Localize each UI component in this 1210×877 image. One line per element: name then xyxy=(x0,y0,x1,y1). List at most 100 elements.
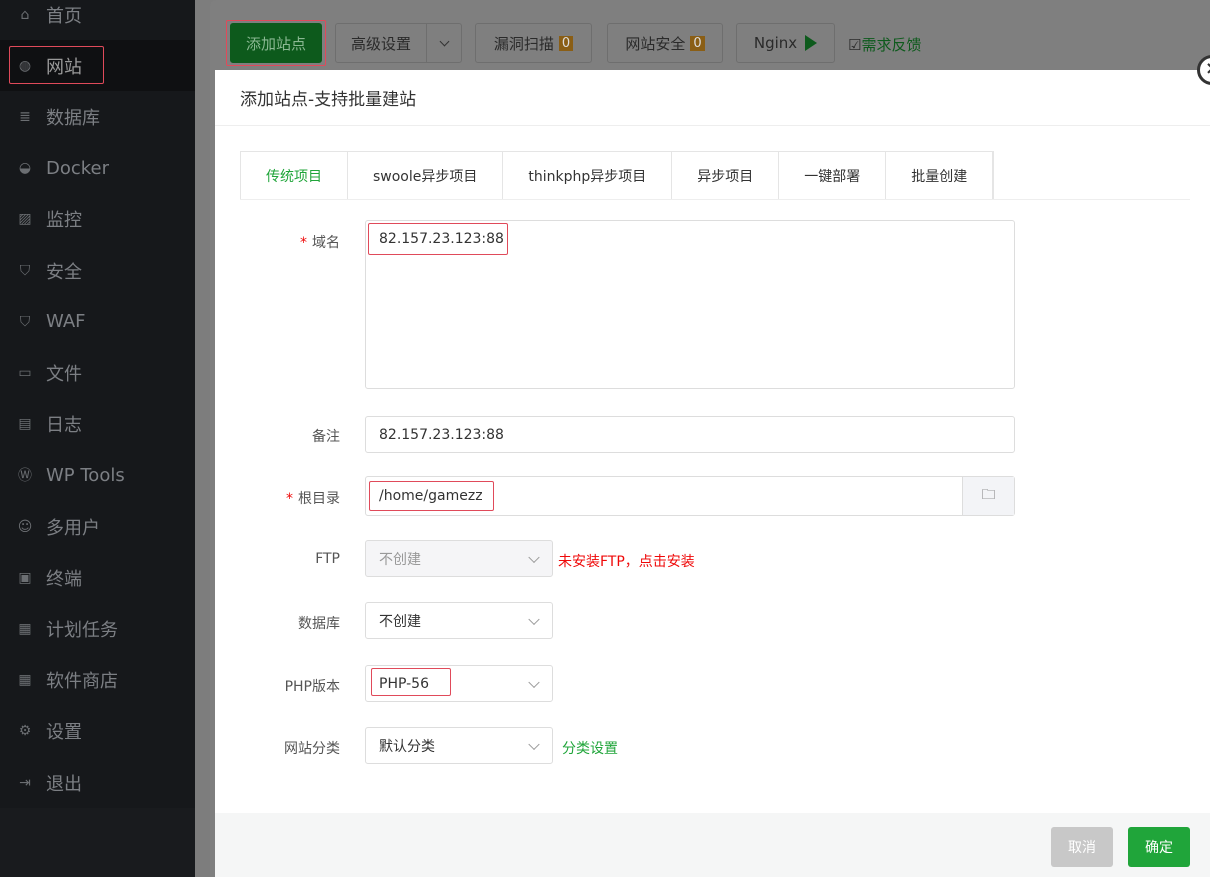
php-version-label: PHP版本 xyxy=(284,679,340,695)
sidebar-item-label: 多用户 xyxy=(46,517,100,539)
sidebar-item-label: WAF xyxy=(46,311,86,333)
database-label: 数据库 xyxy=(298,616,340,632)
highlight-box xyxy=(369,481,494,511)
tab-4[interactable]: 一键部署 xyxy=(779,152,887,200)
sidebar-item-label: 设置 xyxy=(46,722,82,744)
gear-icon: ⚙ xyxy=(18,723,32,740)
ftp-install-link[interactable]: 未安装FTP，点击安装 xyxy=(558,551,695,571)
chevron-down-icon xyxy=(528,551,540,563)
sidebar-item-label: 计划任务 xyxy=(46,619,118,641)
sidebar-item-11[interactable]: ▣ 终端 xyxy=(0,552,195,603)
docker-icon: ◒ xyxy=(18,160,32,177)
nginx-button[interactable]: Nginx xyxy=(736,23,835,63)
users-icon: ☺ xyxy=(17,518,33,535)
sidebar-item-label: WP Tools xyxy=(46,464,125,486)
vuln-scan-button[interactable]: 漏洞扫描 0 xyxy=(475,23,592,63)
folder-icon: ▭ xyxy=(18,364,32,381)
sidebar-item-8[interactable]: ▤ 日志 xyxy=(0,399,195,450)
advanced-settings-button[interactable]: 高级设置 xyxy=(335,23,427,63)
remark-input[interactable]: 82.157.23.123:88 xyxy=(365,416,1015,453)
sidebar-item-label: 软件商店 xyxy=(46,671,118,693)
calendar-icon: ▦ xyxy=(18,620,32,637)
highlight-box xyxy=(226,20,326,66)
cancel-button[interactable]: 取消 xyxy=(1051,827,1113,867)
tab-3[interactable]: 异步项目 xyxy=(672,152,780,200)
chevron-down-icon xyxy=(528,613,540,625)
tab-0[interactable]: 传统项目 xyxy=(241,152,348,200)
advanced-dropdown-button[interactable] xyxy=(426,23,462,63)
sidebar-footer xyxy=(0,808,195,877)
play-icon xyxy=(805,35,818,51)
sidebar-item-2[interactable]: ≣ 数据库 xyxy=(0,91,195,142)
chevron-down-icon xyxy=(439,36,449,46)
sidebar-item-label: 监控 xyxy=(46,210,82,232)
sidebar-item-7[interactable]: ▭ 文件 xyxy=(0,347,195,398)
tab-2[interactable]: thinkphp异步项目 xyxy=(503,152,673,200)
ftp-value: 不创建 xyxy=(379,551,421,568)
folder-browse-button[interactable]: 🗀 xyxy=(962,477,1014,515)
sidebar-item-4[interactable]: ▨ 监控 xyxy=(0,194,195,245)
database-value: 不创建 xyxy=(379,613,421,630)
folder-icon: 🗀 xyxy=(981,487,996,503)
ftp-label: FTP xyxy=(315,551,340,567)
ftp-select[interactable]: 不创建 xyxy=(365,540,553,577)
add-site-dialog: 添加站点-支持批量建站 传统项目 swoole异步项目 thinkphp异步项目 异步… xyxy=(215,70,1210,877)
tab-5[interactable]: 批量创建 xyxy=(886,152,994,200)
tab-divider xyxy=(240,199,1190,200)
dialog-title: 添加站点-支持批量建站 xyxy=(240,90,417,110)
sidebar-item-label: 文件 xyxy=(46,363,82,385)
terminal-icon: ▣ xyxy=(18,569,32,586)
chevron-down-icon xyxy=(528,676,540,688)
category-settings-link[interactable]: 分类设置 xyxy=(562,738,618,758)
sidebar-item-label: 安全 xyxy=(46,261,82,283)
sidebar-item-1[interactable]: ◍ 网站 xyxy=(0,40,195,92)
database-select[interactable]: 不创建 xyxy=(365,602,553,639)
sidebar-item-label: 日志 xyxy=(46,415,82,437)
highlight-box xyxy=(368,223,508,255)
root-label: 根目录 xyxy=(298,491,340,507)
category-label: 网站分类 xyxy=(284,741,340,757)
confirm-button[interactable]: 确定 xyxy=(1128,827,1190,867)
category-select[interactable]: 默认分类 xyxy=(365,727,553,764)
sidebar-item-6[interactable]: ⛉ WAF xyxy=(0,296,195,347)
home-icon: ⌂ xyxy=(20,6,30,23)
cancel-label: 取消 xyxy=(1068,840,1096,856)
sidebar-item-label: 退出 xyxy=(46,773,82,795)
vuln-count-badge: 0 xyxy=(558,35,574,51)
vuln-scan-label: 漏洞扫描 xyxy=(493,34,554,53)
feedback-label: 需求反馈 xyxy=(861,36,922,54)
domain-label: 域名 xyxy=(312,235,340,251)
sidebar-item-10[interactable]: ☺ 多用户 xyxy=(0,501,195,552)
sidebar-item-5[interactable]: ⛉ 安全 xyxy=(0,245,195,296)
project-tabs: 传统项目 swoole异步项目 thinkphp异步项目 异步项目 一键部署 批量创建 xyxy=(240,151,995,200)
apps-icon: ▦ xyxy=(18,672,32,689)
sidebar-item-14[interactable]: ⚙ 设置 xyxy=(0,706,195,757)
log-icon: ▤ xyxy=(18,416,32,433)
sidebar-item-3[interactable]: ◒ Docker xyxy=(0,143,195,194)
sidebar-item-9[interactable]: Ⓦ WP Tools xyxy=(0,450,195,501)
remark-label: 备注 xyxy=(312,429,340,445)
advanced-label: 高级设置 xyxy=(350,34,411,53)
category-value: 默认分类 xyxy=(379,738,435,755)
sidebar-item-0[interactable]: ⌂ 首页 xyxy=(0,0,195,40)
database-icon: ≣ xyxy=(19,108,31,125)
sidebar-item-12[interactable]: ▦ 计划任务 xyxy=(0,603,195,654)
site-security-button[interactable]: 网站安全 0 xyxy=(607,23,723,63)
dialog-footer: 取消 确定 xyxy=(215,813,1210,877)
remark-value: 82.157.23.123:88 xyxy=(379,426,504,443)
sidebar-item-15[interactable]: ⇥ 退出 xyxy=(0,757,195,808)
highlight-box xyxy=(371,668,451,696)
wordpress-icon: Ⓦ xyxy=(18,468,32,485)
close-icon: × xyxy=(1205,58,1210,79)
feedback-link[interactable]: ☑需求反馈 xyxy=(848,34,921,55)
monitor-icon: ▨ xyxy=(18,211,32,228)
sidebar-item-13[interactable]: ▦ 软件商店 xyxy=(0,655,195,706)
chevron-down-icon xyxy=(528,738,540,750)
tab-1[interactable]: swoole异步项目 xyxy=(348,152,504,200)
highlight-box xyxy=(9,46,104,85)
sidebar-item-label: Docker xyxy=(46,157,110,179)
confirm-label: 确定 xyxy=(1145,840,1173,856)
shield-icon: ⛉ xyxy=(19,262,31,279)
site-security-label: 网站安全 xyxy=(625,34,686,53)
sidebar-item-label: 首页 xyxy=(46,5,82,27)
